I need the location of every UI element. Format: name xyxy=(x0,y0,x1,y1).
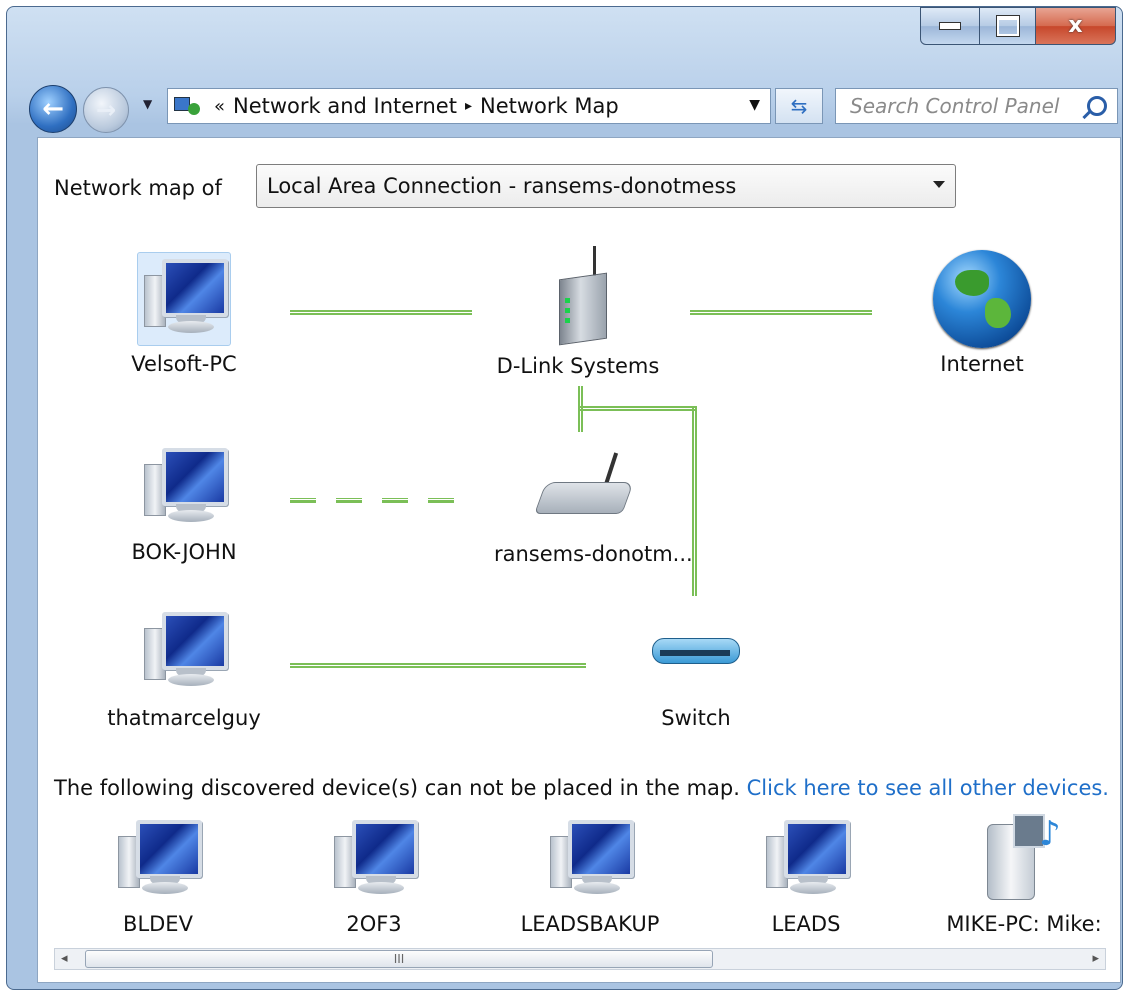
search-input[interactable]: Search Control Panel xyxy=(835,88,1118,124)
forward-button[interactable]: → xyxy=(83,87,129,133)
node-switch[interactable]: Switch xyxy=(606,618,786,738)
breadcrumb-network-and-internet[interactable]: Network and Internet xyxy=(233,94,457,118)
connection-select[interactable]: Local Area Connection - ransems-donotmes… xyxy=(256,164,956,208)
address-bar[interactable]: « Network and Internet ▸ Network Map ▼ xyxy=(167,88,771,124)
node-label: Switch xyxy=(661,706,731,730)
discovered-devices-text: The following discovered device(s) can n… xyxy=(54,776,740,800)
connection-velsoft-dlink xyxy=(290,310,472,315)
computer-icon xyxy=(544,814,636,906)
back-arrow-icon: ← xyxy=(42,94,64,124)
refresh-icon: ⇆ xyxy=(790,94,808,118)
close-button[interactable]: x xyxy=(1036,7,1116,45)
network-switch-icon xyxy=(646,626,746,676)
router-icon xyxy=(543,246,613,346)
refresh-button[interactable]: ⇆ xyxy=(775,88,823,124)
node-label: Velsoft-PC xyxy=(131,352,237,376)
address-dropdown-icon[interactable]: ▼ xyxy=(749,97,760,113)
connection-dlink-switch-horizontal xyxy=(578,406,697,411)
node-label: BOK-JOHN xyxy=(131,540,237,564)
device-label: LEADSBAKUP xyxy=(520,912,660,936)
connection-select-value: Local Area Connection - ransems-donotmes… xyxy=(267,174,737,198)
node-internet[interactable]: Internet xyxy=(892,250,1072,390)
breadcrumb-overflow-icon[interactable]: « xyxy=(214,96,225,117)
minimize-button[interactable] xyxy=(920,7,980,45)
scrollbar-grip-icon: III xyxy=(393,952,405,966)
node-label: Internet xyxy=(940,352,1024,376)
caption-buttons: x xyxy=(920,7,1116,45)
globe-icon xyxy=(933,250,1031,348)
device-label: LEADS xyxy=(771,912,841,936)
node-thatmarcelguy[interactable]: thatmarcelguy xyxy=(94,604,274,744)
window-frame: x ← → ▼ « Network and Internet ▸ Network… xyxy=(6,6,1123,990)
computer-icon xyxy=(112,814,204,906)
computer-icon xyxy=(328,814,420,906)
chevron-down-icon xyxy=(933,181,945,188)
network-map-of-label: Network map of xyxy=(54,176,222,200)
see-all-devices-link[interactable]: Click here to see all other devices. xyxy=(747,776,1109,800)
connection-dlink-internet xyxy=(690,310,872,315)
device-bldev[interactable]: BLDEV xyxy=(68,814,248,944)
node-ransems-donotmess[interactable]: ransems-donotm... xyxy=(494,450,693,590)
device-label: 2OF3 xyxy=(346,912,402,936)
node-bok-john[interactable]: BOK-JOHN xyxy=(94,438,274,578)
computer-icon xyxy=(137,252,231,346)
device-2of3[interactable]: 2OF3 xyxy=(284,814,464,944)
computer-icon xyxy=(760,814,852,906)
network-map-panel: Network map of Local Area Connection - r… xyxy=(37,137,1121,983)
node-label: thatmarcelguy xyxy=(107,706,261,730)
network-folder-icon xyxy=(172,93,206,119)
node-label: ransems-donotm... xyxy=(494,542,693,566)
maximize-icon xyxy=(995,15,1020,37)
recent-pages-dropdown-icon[interactable]: ▼ xyxy=(143,97,152,111)
maximize-button[interactable] xyxy=(980,7,1036,45)
device-label: MIKE-PC: Mike: xyxy=(946,912,1102,936)
horizontal-scrollbar[interactable]: ◂ III ▸ xyxy=(54,948,1106,970)
computer-icon xyxy=(138,442,230,534)
breadcrumb-network-map[interactable]: Network Map xyxy=(480,94,619,118)
node-label: D-Link Systems xyxy=(496,354,660,378)
connection-dlink-switch-vertical xyxy=(692,408,697,596)
navigation-bar: ← → ▼ « Network and Internet ▸ Network M… xyxy=(7,83,1122,133)
node-velsoft-pc[interactable]: Velsoft-PC xyxy=(94,248,274,388)
device-mike-pc[interactable]: ♪ MIKE-PC: Mike: xyxy=(934,810,1114,944)
node-dlink-systems[interactable]: D-Link Systems xyxy=(488,246,668,386)
back-button[interactable]: ← xyxy=(29,85,77,133)
connection-thatmarcel-switch xyxy=(290,663,586,668)
wireless-access-point-icon xyxy=(534,452,634,522)
scrollbar-thumb[interactable]: III xyxy=(85,950,713,968)
wireless-connection-bok-ransems xyxy=(290,498,472,503)
search-placeholder: Search Control Panel xyxy=(850,94,1060,118)
computer-icon xyxy=(138,606,230,698)
scroll-left-icon[interactable]: ◂ xyxy=(61,951,68,966)
device-leads[interactable]: LEADS xyxy=(716,814,896,944)
breadcrumb-separator-icon[interactable]: ▸ xyxy=(465,98,472,114)
scroll-right-icon[interactable]: ▸ xyxy=(1092,951,1099,966)
device-label: BLDEV xyxy=(123,912,193,936)
close-icon: x xyxy=(1068,13,1083,38)
forward-arrow-icon: → xyxy=(95,96,117,124)
minimize-icon xyxy=(939,22,961,30)
device-leadsbakup[interactable]: LEADSBAKUP xyxy=(500,814,680,944)
media-device-icon: ♪ xyxy=(979,810,1069,902)
discovered-devices-notice: The following discovered device(s) can n… xyxy=(54,776,1109,800)
search-icon[interactable] xyxy=(1087,96,1107,116)
